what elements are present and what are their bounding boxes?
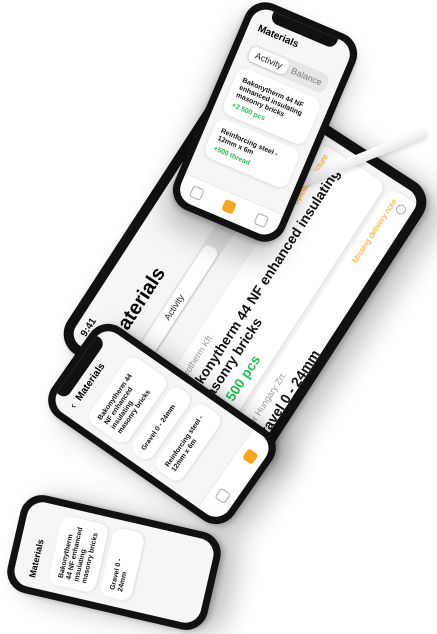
profile-tab-icon[interactable]	[253, 212, 270, 229]
balance-tab-icon[interactable]	[214, 487, 232, 505]
activity-tab-icon[interactable]	[221, 198, 237, 215]
page-title: Materials	[27, 538, 46, 579]
phone-screen: Materials Bakonytherm 44 NF enhanced ins…	[11, 499, 217, 626]
status-badge: Missing delivery note	[406, 233, 422, 301]
scene: 9:41 ‹ Materials i Activity Balance Toda…	[0, 0, 437, 634]
balance-tab-icon[interactable]	[188, 185, 205, 201]
material-name: Gravel 0 - 24mm	[109, 558, 129, 593]
tab-bar	[197, 428, 275, 523]
activity-tab-icon[interactable]	[241, 448, 259, 465]
activity-card[interactable]: Bakonytherm 44 NF enhanced insulating ma…	[47, 514, 110, 594]
back-chevron-icon[interactable]: ‹	[67, 401, 79, 411]
material-name: Bakonytherm 44 NF enhanced insulating ma…	[57, 526, 100, 585]
